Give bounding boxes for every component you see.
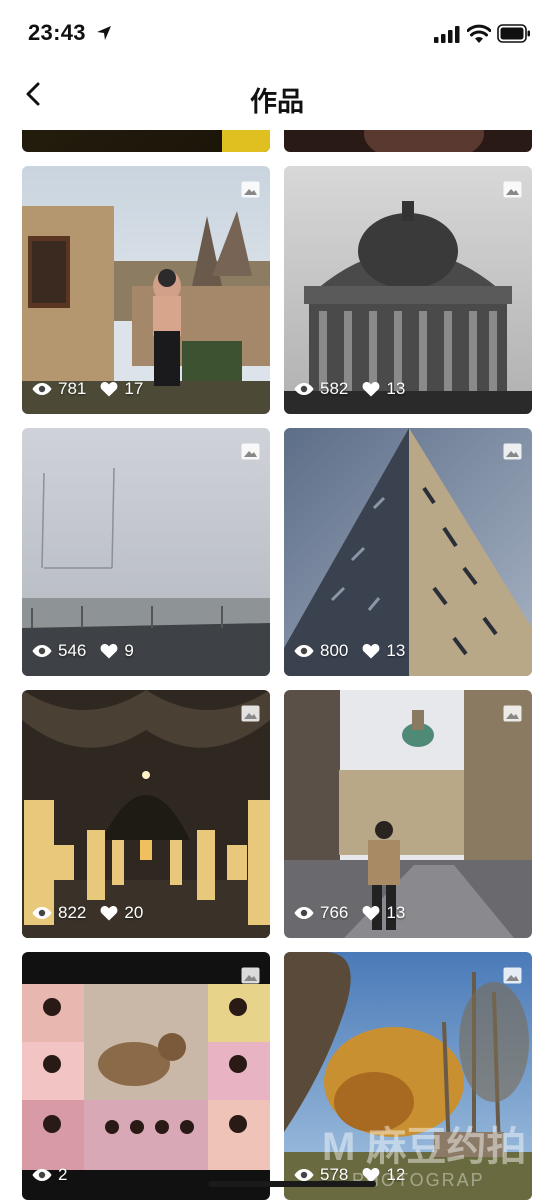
- status-time: 23:43: [28, 20, 86, 45]
- heart-icon: [362, 382, 380, 397]
- like-count: 12: [386, 1165, 406, 1184]
- image-type-icon: [503, 181, 522, 198]
- photo-card[interactable]: [284, 130, 532, 152]
- photo-card[interactable]: 781 17: [22, 166, 270, 414]
- photo-card[interactable]: 2: [22, 952, 270, 1200]
- photo-thumbnail: [284, 428, 532, 676]
- image-type-icon: [503, 705, 522, 722]
- like-count: 9: [124, 641, 134, 660]
- eye-icon: [294, 645, 314, 657]
- photo-thumbnail: [22, 130, 270, 152]
- heart-icon: [100, 644, 118, 659]
- like-count: 13: [386, 379, 406, 398]
- view-count: 766: [320, 903, 349, 922]
- post-stats: 766 13: [294, 903, 405, 923]
- photo-thumbnail: [284, 690, 532, 938]
- image-type-icon: [503, 443, 522, 460]
- eye-icon: [32, 907, 52, 919]
- post-stats: 2: [32, 1165, 67, 1185]
- heart-icon: [362, 906, 380, 921]
- post-stats: 781 17: [32, 379, 143, 399]
- page-title: 作品: [250, 87, 304, 118]
- heart-icon: [362, 644, 380, 659]
- photo-thumbnail: [284, 166, 532, 414]
- image-type-icon: [503, 967, 522, 984]
- signal-icon: [434, 26, 460, 43]
- eye-icon: [294, 907, 314, 919]
- photo-card[interactable]: 582 13: [284, 166, 532, 414]
- battery-icon: [497, 24, 530, 43]
- view-count: 822: [58, 903, 87, 922]
- image-type-icon: [241, 181, 260, 198]
- photo-thumbnail: [22, 428, 270, 676]
- view-count: 2: [58, 1165, 68, 1184]
- post-stats: 800 13: [294, 641, 405, 661]
- photo-card[interactable]: 546 9: [22, 428, 270, 676]
- view-count: 582: [320, 379, 349, 398]
- eye-icon: [32, 645, 52, 657]
- image-type-icon: [241, 705, 260, 722]
- eye-icon: [32, 383, 52, 395]
- view-count: 800: [320, 641, 349, 660]
- post-stats: 582 13: [294, 379, 405, 399]
- home-indicator: [208, 1181, 376, 1187]
- status-bar: 23:43: [0, 0, 554, 66]
- photo-thumbnail: [284, 952, 532, 1200]
- image-type-icon: [241, 967, 260, 984]
- heart-icon: [100, 382, 118, 397]
- heart-icon: [100, 906, 118, 921]
- location-arrow-icon: [97, 26, 111, 40]
- photo-thumbnail: [284, 130, 532, 152]
- photo-card[interactable]: 578 12: [284, 952, 532, 1200]
- like-count: 13: [386, 903, 406, 922]
- view-count: 781: [58, 379, 87, 398]
- photo-card[interactable]: [22, 130, 270, 152]
- eye-icon: [294, 383, 314, 395]
- post-stats: 546 9: [32, 641, 134, 661]
- photo-card[interactable]: 800 13: [284, 428, 532, 676]
- eye-icon: [32, 1169, 52, 1181]
- view-count: 546: [58, 641, 87, 660]
- like-count: 17: [124, 379, 144, 398]
- photo-card[interactable]: 822 20: [22, 690, 270, 938]
- post-stats: 822 20: [32, 903, 143, 923]
- photo-card[interactable]: 766 13: [284, 690, 532, 938]
- eye-icon: [294, 1169, 314, 1181]
- like-count: 13: [386, 641, 406, 660]
- photo-thumbnail: [22, 166, 270, 414]
- photo-thumbnail: [22, 690, 270, 938]
- like-count: 20: [124, 903, 144, 922]
- nav-bar: 作品: [0, 66, 554, 130]
- image-type-icon: [241, 443, 260, 460]
- wifi-icon: [467, 24, 491, 43]
- photo-grid[interactable]: 781 17 582 13 546 9 800 13 822 20 766 13…: [0, 130, 554, 1200]
- photo-thumbnail: [22, 952, 270, 1200]
